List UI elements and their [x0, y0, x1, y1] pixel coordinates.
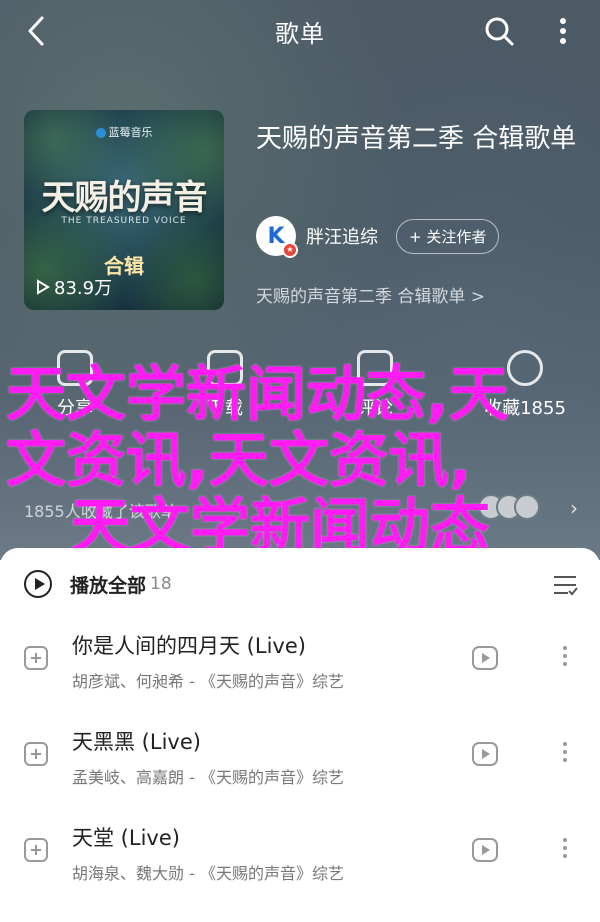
song-title[interactable]: 天堂 (Live)	[72, 822, 180, 852]
page-title: 歌单	[275, 19, 325, 48]
creator-row: K ★ 胖汪追综 + 关注作者	[256, 216, 500, 258]
favorite-button[interactable]: 收藏1855	[465, 350, 585, 430]
follow-button[interactable]: + 关注作者	[396, 218, 500, 254]
search-icon[interactable]	[482, 14, 516, 48]
album-title: 天赐的声音第二季 合辑歌单	[256, 124, 577, 154]
verified-badge-icon: ★	[282, 242, 298, 258]
comment-button[interactable]: 评论	[315, 350, 435, 430]
mv-icon[interactable]	[472, 742, 498, 766]
play-circle-icon	[24, 570, 52, 598]
song-artist: 孟美岐、高嘉朗 - 《天赐的声音》综艺	[72, 768, 344, 787]
play-all-button[interactable]: 播放全部 18	[24, 570, 172, 598]
cover-brand: 蓝莓音乐	[24, 124, 224, 140]
more-vertical-icon[interactable]	[548, 14, 578, 48]
download-button[interactable]: 下载	[165, 350, 285, 430]
play-count: 83.9万	[36, 274, 112, 300]
song-count: 18	[150, 574, 172, 594]
favorite-icon	[507, 350, 543, 386]
collector-avatars	[478, 494, 540, 520]
play-count-icon	[37, 279, 50, 295]
navbar: 歌单	[0, 0, 600, 62]
more-vertical-icon[interactable]	[560, 642, 570, 672]
share-button[interactable]: 分享	[15, 350, 135, 430]
song-title[interactable]: 你是人间的四月天 (Live)	[72, 630, 306, 660]
back-arrow-icon[interactable]	[22, 14, 52, 48]
action-row: 分享 下载 评论 收藏1855	[0, 350, 600, 430]
song-artist: 胡海泉、魏大勋 - 《天赐的声音》综艺	[72, 864, 344, 883]
download-icon	[207, 350, 243, 386]
chevron-right-icon[interactable]: ›	[570, 496, 578, 520]
avatar	[514, 494, 540, 520]
creator-name[interactable]: 胖汪追综	[306, 223, 378, 249]
album-cover[interactable]: 蓝莓音乐 天赐的声音 THE TREASURED VOICE 合辑 83.9万	[24, 110, 224, 310]
playlist-panel: 播放全部 18 你是人间的四月天 (Live) 胡彦斌、何昶希 - 《天赐的声音…	[0, 548, 600, 922]
share-icon	[57, 350, 93, 386]
header-background: 歌单 蓝莓音乐 天赐的声音 THE TREASURED VOICE 合辑 83.…	[0, 0, 600, 560]
more-vertical-icon[interactable]	[560, 738, 570, 768]
add-icon[interactable]	[24, 838, 48, 862]
list-item[interactable]: 天黑黑 (Live) 孟美岐、高嘉朗 - 《天赐的声音》综艺	[0, 710, 600, 806]
collected-count: 1855人收藏了该歌单	[24, 502, 177, 521]
comment-icon	[357, 350, 393, 386]
cover-subtitle: THE TREASURED VOICE	[61, 216, 187, 226]
song-artist: 胡彦斌、何昶希 - 《天赐的声音》综艺	[72, 672, 344, 691]
cover-title: 天赐的声音	[41, 178, 208, 218]
add-icon[interactable]	[24, 742, 48, 766]
album-description[interactable]: 天赐的声音第二季 合辑歌单 >	[256, 282, 485, 307]
mv-icon[interactable]	[472, 838, 498, 862]
list-item[interactable]: 你是人间的四月天 (Live) 胡彦斌、何昶希 - 《天赐的声音》综艺	[0, 614, 600, 710]
more-vertical-icon[interactable]	[560, 834, 570, 864]
mv-icon[interactable]	[472, 646, 498, 670]
add-icon[interactable]	[24, 646, 48, 670]
avatar[interactable]: K ★	[256, 216, 298, 258]
multi-select-icon[interactable]	[552, 574, 578, 596]
song-title[interactable]: 天黑黑 (Live)	[72, 726, 201, 756]
list-item[interactable]: 天堂 (Live) 胡海泉、魏大勋 - 《天赐的声音》综艺	[0, 806, 600, 902]
brand-logo-icon	[95, 128, 106, 138]
